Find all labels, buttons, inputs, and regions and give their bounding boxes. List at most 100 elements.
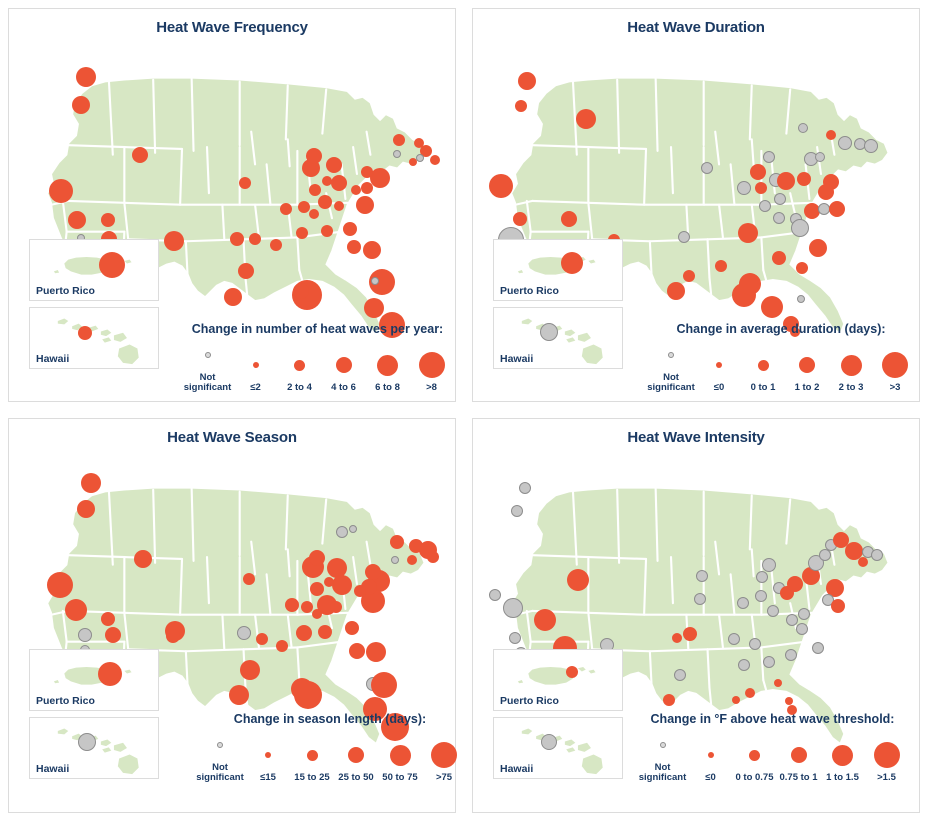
data-dot	[750, 164, 766, 180]
data-dot	[249, 233, 261, 245]
data-dot	[309, 184, 321, 196]
data-dot	[68, 211, 86, 229]
data-dot	[683, 627, 697, 641]
data-dot	[322, 176, 332, 186]
data-dot	[65, 599, 87, 621]
heat-wave-map-grid: Heat Wave Frequency Puerto Rico Hawaii Heat…	[0, 0, 928, 821]
legend-item: >1.5	[865, 740, 909, 783]
legend-item: ≤2	[234, 350, 278, 393]
legend-item: 0 to 0.75	[733, 740, 777, 783]
legend-dot-not-significant	[659, 742, 666, 748]
legend-label: 1 to 1.5	[826, 772, 859, 784]
legend-item: Not significant	[194, 730, 246, 784]
data-dot	[72, 96, 90, 114]
legend-items: Not significant ≤2 2 to 4 4 to 6 6 to 8 >8	[183, 340, 450, 394]
legend-dot-significant	[431, 742, 457, 769]
data-dot	[777, 172, 795, 190]
data-dot	[321, 225, 333, 237]
legend-label: 2 to 4	[287, 382, 312, 394]
data-dot	[761, 296, 783, 318]
legend-title: Change in number of heat waves per year:	[191, 322, 444, 336]
data-dot	[306, 148, 322, 164]
legend-swatch-box	[882, 350, 908, 380]
data-dot	[667, 282, 685, 300]
legend-dot-significant	[377, 354, 398, 376]
legend-dot-significant	[757, 359, 769, 371]
legend-item: 0 to 1	[741, 350, 785, 393]
legend-label: Not significant	[183, 372, 232, 394]
legend-dot-significant	[840, 354, 862, 376]
inset-dot-hawaii	[78, 326, 92, 340]
data-dot	[407, 555, 417, 565]
data-dot	[737, 181, 751, 195]
legend-item: 2 to 4	[278, 350, 322, 393]
data-dot	[365, 564, 381, 580]
data-dot	[796, 262, 808, 274]
inset-label-hawaii: Hawaii	[500, 763, 534, 775]
data-dot	[230, 232, 244, 246]
data-dot	[576, 109, 596, 129]
data-dot	[229, 685, 249, 705]
data-dot	[831, 599, 845, 613]
legend-item: 1 to 2	[785, 350, 829, 393]
data-dot	[166, 235, 180, 249]
data-dot	[349, 643, 365, 659]
data-dot	[366, 642, 386, 662]
legend-swatch-box	[389, 740, 411, 770]
data-dot	[77, 500, 95, 518]
data-dot	[237, 626, 251, 640]
data-dot	[326, 157, 342, 173]
data-dot	[371, 277, 379, 285]
data-dot	[354, 585, 366, 597]
legend-items: Not significant ≤0 0 to 0.75 0.75 to 1 1 to …	[625, 730, 920, 784]
data-dot	[318, 625, 332, 639]
data-dot	[749, 638, 761, 650]
legend-label: 15 to 25	[294, 772, 330, 784]
data-dot	[332, 575, 352, 595]
data-dot	[773, 212, 785, 224]
legend-label: Not significant	[647, 372, 695, 394]
data-dot	[511, 505, 523, 517]
data-dot	[672, 633, 682, 643]
legend-label: 0 to 1	[750, 382, 776, 394]
data-dot	[132, 147, 148, 163]
data-dot	[787, 576, 803, 592]
legend-item: >75	[422, 740, 466, 783]
inset-label-hawaii: Hawaii	[500, 353, 534, 365]
data-dot	[755, 590, 767, 602]
legend-label: ≤15	[260, 772, 276, 784]
inset-label-hawaii: Hawaii	[36, 353, 70, 365]
inset-puerto-rico: Puerto Rico	[29, 239, 159, 301]
data-dot	[351, 185, 361, 195]
data-dot	[489, 589, 501, 601]
inset-label-puerto-rico: Puerto Rico	[500, 285, 559, 297]
data-dot	[519, 482, 531, 494]
data-dot	[858, 557, 868, 567]
legend-swatch-box	[265, 740, 271, 770]
data-dot	[785, 649, 797, 661]
data-dot	[78, 628, 92, 642]
data-dot	[513, 212, 527, 226]
data-dot	[291, 678, 313, 700]
legend-dot-significant	[832, 744, 853, 766]
legend-swatch-box	[204, 340, 211, 370]
inset-hawaii: Hawaii	[29, 307, 159, 369]
data-dot	[390, 535, 404, 549]
legend-label: 50 to 75	[382, 772, 418, 784]
legend-item: 2 to 3	[829, 350, 873, 393]
data-dot	[310, 582, 324, 596]
legend-label: 25 to 50	[338, 772, 374, 784]
data-dot	[871, 549, 883, 561]
data-dot	[364, 298, 384, 318]
data-dot	[759, 200, 771, 212]
legend-label: 1 to 2	[794, 382, 820, 394]
data-dot	[270, 239, 282, 251]
inset-dot-puerto-rico	[566, 666, 578, 678]
data-dot	[318, 195, 332, 209]
data-dot	[47, 572, 73, 598]
data-dot	[49, 179, 73, 203]
legend-swatch-box	[348, 740, 364, 770]
data-dot	[298, 201, 310, 213]
legend: Change in season length (days): Not signi…	[196, 712, 457, 784]
data-dot	[280, 203, 292, 215]
